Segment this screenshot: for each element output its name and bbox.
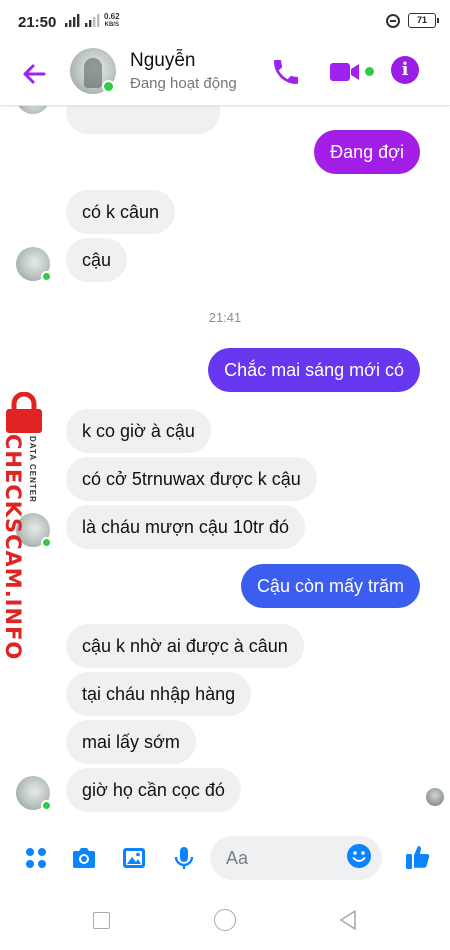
network-speed-value: 0.62	[104, 12, 120, 21]
message-incoming[interactable]: có k câun	[66, 190, 176, 234]
composer-bar: Aa	[0, 830, 450, 886]
timestamp-divider: 21:41	[208, 310, 242, 325]
lock-icon	[6, 392, 42, 433]
status-time: 21:50	[18, 14, 57, 31]
nav-back-icon[interactable]	[337, 909, 359, 931]
watermark-tagline: DATA CENTER	[28, 436, 37, 503]
contact-avatar-small	[16, 776, 52, 811]
message-outgoing[interactable]: Đang đợi	[314, 130, 420, 174]
thumbs-up-icon[interactable]	[403, 842, 433, 872]
recents-button[interactable]	[93, 912, 110, 929]
emoji-icon[interactable]	[346, 843, 372, 869]
contact-avatar-small	[16, 247, 52, 282]
network-speed: 0.62 KB/S	[104, 13, 120, 29]
video-online-dot	[365, 67, 374, 76]
message-incoming[interactable]: cậu k nhờ ai được à câun	[66, 624, 304, 668]
online-indicator	[102, 80, 115, 93]
message-input-placeholder: Aa	[226, 848, 249, 868]
chat-header: Nguyễn Đang hoạt động i	[0, 42, 450, 106]
signal-icon-secondary	[85, 14, 100, 27]
home-button[interactable]	[214, 909, 236, 931]
video-camera-icon[interactable]	[328, 58, 362, 86]
info-icon[interactable]: i	[391, 56, 419, 84]
message-incoming[interactable]: giờ họ cần cọc đó	[66, 768, 241, 812]
message-incoming[interactable]: cậu	[66, 238, 128, 282]
system-nav-bar	[0, 890, 450, 950]
status-bar: 21:50 0.62 KB/S 71	[0, 0, 450, 42]
message-incoming[interactable]: mai lấy sớm	[66, 720, 196, 764]
signal-icon	[65, 14, 80, 27]
apps-grid-icon[interactable]	[22, 844, 50, 872]
message-incoming[interactable]: k co giờ à cậu	[66, 409, 211, 453]
watermark: CHECKSCAM.INFO DATA CENTER	[0, 392, 54, 660]
message-outgoing[interactable]: Chắc mai sáng mới có	[208, 348, 420, 392]
message-outgoing[interactable]: Cậu còn mấy trăm	[240, 564, 420, 608]
image-icon[interactable]	[120, 844, 148, 872]
message-incoming[interactable]: là cháu mượn cậu 10tr đó	[66, 505, 305, 549]
do-not-disturb-icon	[386, 13, 400, 28]
battery-icon: 71	[408, 13, 439, 28]
phone-icon[interactable]	[270, 56, 302, 88]
camera-icon[interactable]	[70, 844, 98, 872]
read-receipt-avatar	[426, 788, 444, 806]
message-incoming[interactable]: có cở 5trnuwax được k cậu	[66, 457, 317, 501]
network-speed-unit: KB/S	[104, 22, 119, 28]
back-arrow-icon[interactable]	[18, 58, 50, 90]
contact-status: Đang hoạt động	[130, 75, 237, 92]
message-incoming[interactable]: tại cháu nhập hàng	[66, 672, 252, 716]
microphone-icon[interactable]	[170, 844, 198, 872]
contact-name[interactable]: Nguyễn	[130, 50, 196, 72]
watermark-brand: CHECKSCAM.INFO	[1, 434, 25, 661]
